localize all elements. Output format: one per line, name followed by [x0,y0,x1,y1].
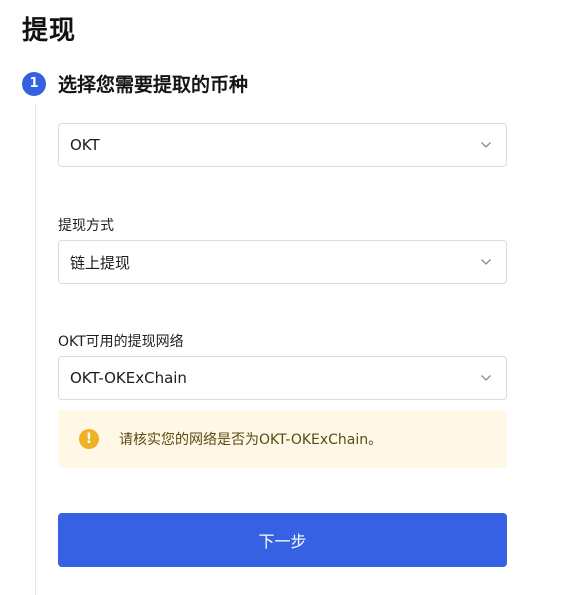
network-select[interactable]: OKT-OKExChain [58,356,507,400]
coin-select[interactable]: OKT [58,123,507,167]
network-select-value: OKT-OKExChain [70,369,187,387]
network-warning-text: 请核实您的网络是否为OKT-OKExChain。 [119,432,383,448]
withdraw-method-select[interactable]: 链上提现 [58,240,507,284]
warning-icon: ! [79,429,99,449]
step-number-badge: 1 [22,71,46,96]
chevron-down-icon [481,142,491,148]
step-title: 选择您需要提取的币种 [58,74,249,96]
network-warning-alert: ! 请核实您的网络是否为OKT-OKExChain。 [58,410,507,468]
page-title: 提现 [22,16,77,46]
chevron-down-icon [481,375,491,381]
step-connector-line [35,104,36,595]
chevron-down-icon [481,259,491,265]
step-header: 1 选择您需要提取的币种 [22,70,248,97]
withdraw-method-value: 链上提现 [70,253,131,272]
next-step-button[interactable]: 下一步 [58,513,507,567]
withdraw-method-label: 提现方式 [58,218,114,234]
network-label: OKT可用的提现网络 [58,334,184,350]
coin-select-value: OKT [70,136,100,154]
